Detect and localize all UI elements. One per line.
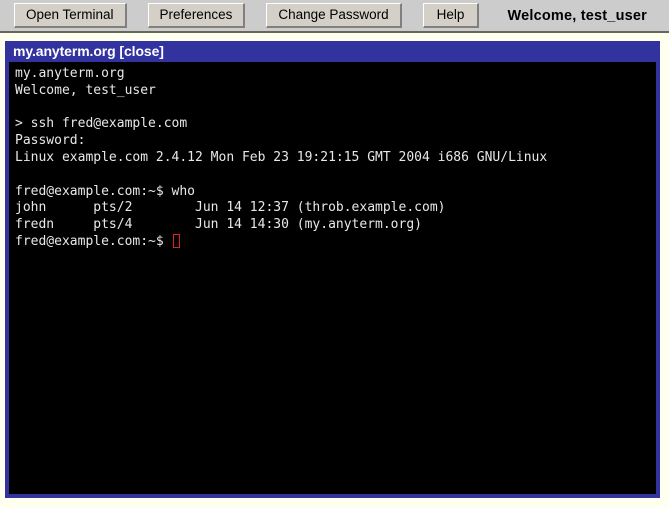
terminal-line: > ssh fred@example.com [15, 116, 188, 132]
terminal-cursor [172, 233, 180, 248]
terminal-prompt-text: fred@example.com:~$ [15, 233, 172, 249]
terminal-close-link[interactable]: [close] [119, 43, 164, 59]
terminal-line: john pts/2 Jun 14 12:37 (throb.example.c… [15, 200, 446, 216]
terminal-line: Linux example.com 2.4.12 Mon Feb 23 19:2… [15, 149, 548, 165]
terminal-screen[interactable]: my.anyterm.org Welcome, test_user > ssh … [9, 62, 656, 494]
terminal-title-host: my.anyterm.org [13, 43, 116, 59]
toolbar: Open Terminal Preferences Change Passwor… [0, 0, 669, 33]
help-button[interactable]: Help [422, 3, 480, 28]
terminal-window: my.anyterm.org [close] my.anyterm.org We… [5, 41, 660, 498]
change-password-button[interactable]: Change Password [266, 3, 402, 28]
terminal-line: Welcome, test_user [15, 82, 156, 98]
terminal-prompt-line: fred@example.com:~$ [15, 233, 656, 251]
terminal-line: my.anyterm.org [15, 66, 125, 81]
terminal-line: Password: [15, 133, 86, 149]
toolbar-button-group: Open Terminal Preferences Change Passwor… [0, 0, 669, 31]
terminal-titlebar: my.anyterm.org [close] [9, 41, 656, 62]
preferences-button[interactable]: Preferences [147, 3, 246, 28]
terminal-line: fredn pts/4 Jun 14 14:30 (my.anyterm.org… [15, 217, 422, 233]
terminal-line: fred@example.com:~$ who [15, 183, 196, 199]
welcome-message: Welcome, test_user [507, 7, 647, 24]
open-terminal-button[interactable]: Open Terminal [14, 3, 127, 28]
